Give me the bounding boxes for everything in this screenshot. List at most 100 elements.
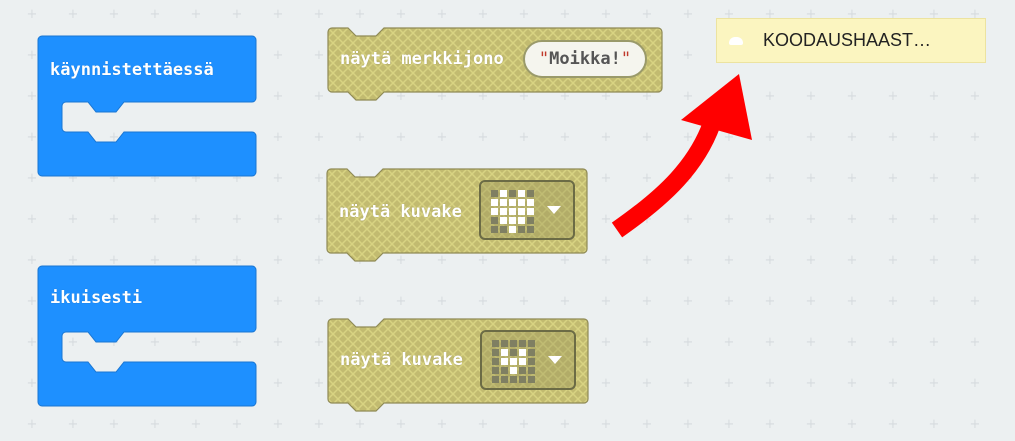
led-pixel[interactable] bbox=[519, 376, 526, 383]
led-pixel[interactable] bbox=[528, 349, 535, 356]
grid-mark: + bbox=[724, 376, 735, 391]
led-pixel[interactable] bbox=[501, 367, 508, 374]
grid-mark: + bbox=[929, 171, 940, 186]
grid-mark: + bbox=[888, 417, 899, 432]
led-pixel[interactable] bbox=[491, 190, 498, 197]
show-icon-block[interactable]: näytä kuvake bbox=[326, 168, 588, 262]
grid-mark: + bbox=[929, 294, 940, 309]
led-pixel[interactable] bbox=[492, 349, 499, 356]
on-start-block[interactable]: käynnistettäessä bbox=[37, 35, 258, 178]
grid-mark: + bbox=[724, 212, 735, 227]
led-pixel[interactable] bbox=[528, 376, 535, 383]
led-pixel[interactable] bbox=[528, 358, 535, 365]
led-pixel[interactable] bbox=[500, 199, 507, 206]
show-string-block[interactable]: näytä merkkijono " Moikka! " bbox=[327, 27, 663, 101]
tutorial-hint[interactable]: KOODAUSHAAST… bbox=[716, 18, 986, 63]
grid-mark: + bbox=[314, 294, 325, 309]
led-pixel[interactable] bbox=[491, 199, 498, 206]
led-pixel[interactable] bbox=[527, 190, 534, 197]
led-pixel[interactable] bbox=[510, 340, 517, 347]
grid-mark: + bbox=[396, 294, 407, 309]
chevron-down-icon bbox=[548, 356, 562, 364]
grid-mark: + bbox=[355, 7, 366, 22]
grid-mark: + bbox=[970, 253, 981, 268]
icon-dropdown[interactable] bbox=[479, 180, 575, 240]
grid-mark: + bbox=[806, 376, 817, 391]
grid-mark: + bbox=[642, 417, 653, 432]
grid-mark: + bbox=[601, 335, 612, 350]
led-pixel[interactable] bbox=[528, 340, 535, 347]
string-input[interactable]: " Moikka! " bbox=[523, 40, 647, 78]
grid-mark: + bbox=[929, 335, 940, 350]
grid-mark: + bbox=[396, 7, 407, 22]
led-pixel[interactable] bbox=[527, 199, 534, 206]
led-pixel[interactable] bbox=[510, 376, 517, 383]
grid-mark: + bbox=[437, 294, 448, 309]
grid-mark: + bbox=[27, 48, 38, 63]
led-pixel[interactable] bbox=[527, 208, 534, 215]
led-pixel[interactable] bbox=[519, 367, 526, 374]
grid-mark: + bbox=[109, 212, 120, 227]
led-pixel[interactable] bbox=[491, 208, 498, 215]
grid-mark: + bbox=[642, 130, 653, 145]
led-pixel[interactable] bbox=[510, 349, 517, 356]
led-pixel[interactable] bbox=[500, 208, 507, 215]
led-pixel[interactable] bbox=[501, 358, 508, 365]
grid-mark: + bbox=[191, 212, 202, 227]
grid-mark: + bbox=[27, 417, 38, 432]
led-pixel[interactable] bbox=[518, 199, 525, 206]
grid-mark: + bbox=[27, 294, 38, 309]
led-pixel[interactable] bbox=[501, 376, 508, 383]
led-pixel[interactable] bbox=[518, 208, 525, 215]
show-icon-block-2[interactable]: näytä kuvake bbox=[327, 318, 589, 412]
grid-mark: + bbox=[437, 130, 448, 145]
led-pixel[interactable] bbox=[518, 217, 525, 224]
led-pixel[interactable] bbox=[527, 217, 534, 224]
grid-mark: + bbox=[765, 89, 776, 104]
led-pixel[interactable] bbox=[510, 358, 517, 365]
led-pixel[interactable] bbox=[509, 208, 516, 215]
led-pixel[interactable] bbox=[527, 226, 534, 233]
led-pixel[interactable] bbox=[500, 226, 507, 233]
led-pixel[interactable] bbox=[491, 217, 498, 224]
led-pixel[interactable] bbox=[492, 376, 499, 383]
led-pixel[interactable] bbox=[509, 190, 516, 197]
grid-mark: + bbox=[273, 48, 284, 63]
grid-mark: + bbox=[724, 130, 735, 145]
grid-mark: + bbox=[724, 89, 735, 104]
string-value: Moikka! bbox=[549, 49, 621, 69]
grid-mark: + bbox=[683, 7, 694, 22]
led-pixel[interactable] bbox=[500, 217, 507, 224]
led-pixel[interactable] bbox=[509, 226, 516, 233]
grid-mark: + bbox=[150, 417, 161, 432]
forever-block[interactable]: ikuisesti bbox=[37, 265, 258, 408]
grid-mark: + bbox=[478, 294, 489, 309]
grid-mark: + bbox=[273, 335, 284, 350]
led-pixel[interactable] bbox=[519, 349, 526, 356]
grid-mark: + bbox=[519, 417, 530, 432]
led-pixel[interactable] bbox=[518, 190, 525, 197]
grid-mark: + bbox=[929, 376, 940, 391]
led-pixel[interactable] bbox=[510, 367, 517, 374]
grid-mark: + bbox=[519, 7, 530, 22]
led-pixel[interactable] bbox=[518, 226, 525, 233]
led-pixel[interactable] bbox=[509, 217, 516, 224]
led-pixel[interactable] bbox=[491, 226, 498, 233]
led-pixel[interactable] bbox=[528, 367, 535, 374]
led-pixel[interactable] bbox=[519, 358, 526, 365]
led-pixel[interactable] bbox=[492, 340, 499, 347]
led-pixel[interactable] bbox=[492, 367, 499, 374]
grid-mark: + bbox=[765, 171, 776, 186]
grid-mark: + bbox=[519, 294, 530, 309]
led-pixel[interactable] bbox=[500, 190, 507, 197]
cloud-icon bbox=[729, 37, 743, 45]
led-pixel[interactable] bbox=[509, 199, 516, 206]
grid-mark: + bbox=[847, 212, 858, 227]
led-pixel[interactable] bbox=[501, 349, 508, 356]
grid-mark: + bbox=[150, 212, 161, 227]
icon-dropdown-2[interactable] bbox=[480, 330, 576, 390]
led-pixel[interactable] bbox=[492, 358, 499, 365]
led-pixel[interactable] bbox=[519, 340, 526, 347]
led-pixel[interactable] bbox=[501, 340, 508, 347]
grid-mark: + bbox=[970, 417, 981, 432]
